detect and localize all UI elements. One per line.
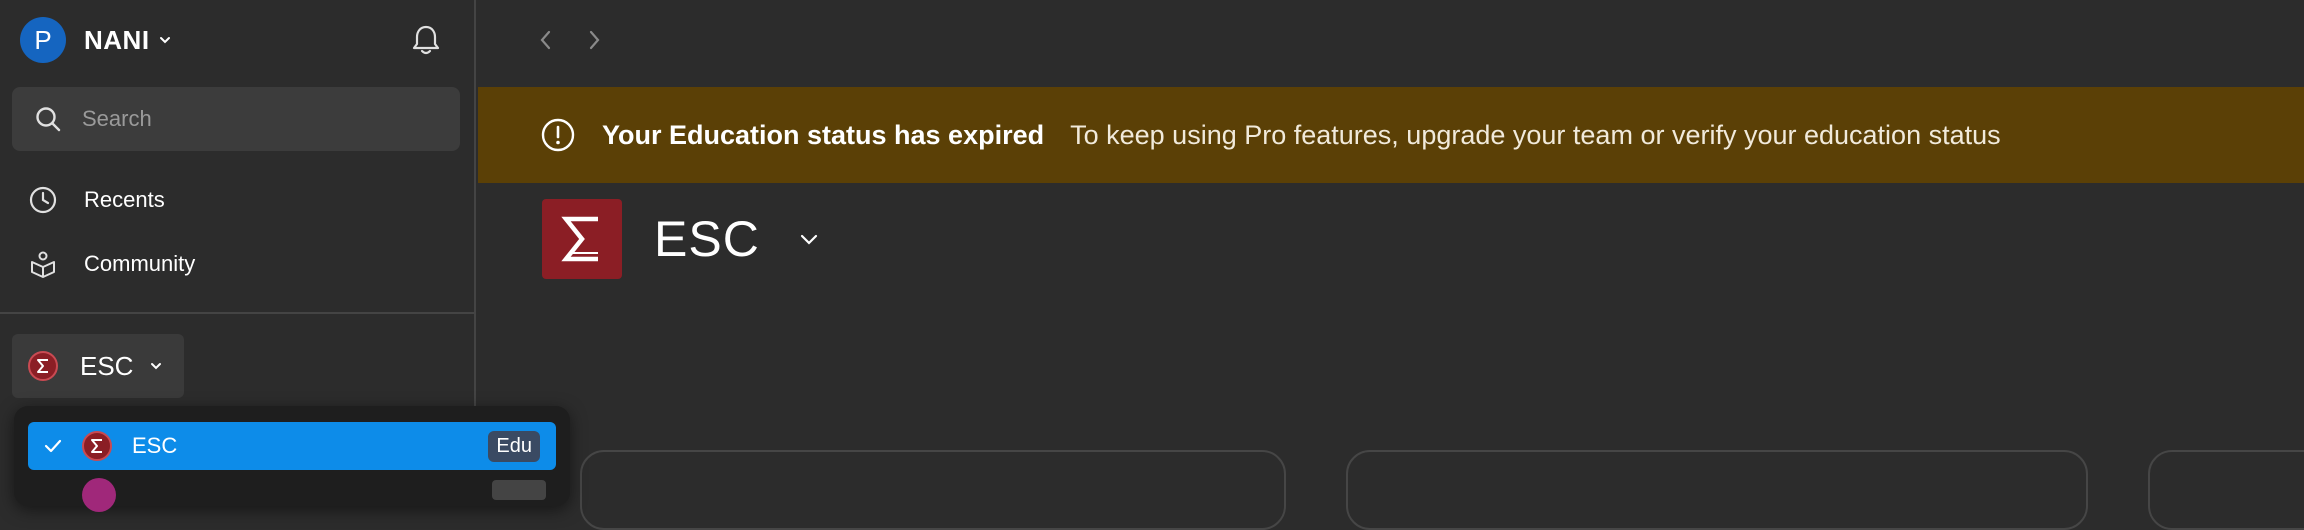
sidebar-item-label: Community <box>84 251 196 276</box>
sigma-icon <box>37 359 48 373</box>
sidebar-item-recents[interactable]: Recents <box>28 180 165 220</box>
search-input[interactable] <box>80 105 434 133</box>
page-title: ESC <box>654 211 760 267</box>
team-logo <box>542 199 622 279</box>
project-card[interactable] <box>1346 450 2088 530</box>
plan-badge <box>492 480 546 500</box>
banner-title: Your Education status has expired <box>602 119 1045 150</box>
back-arrow-icon[interactable] <box>534 26 558 54</box>
sidebar-item-label: Recents <box>84 187 165 212</box>
check-icon <box>44 439 62 453</box>
bell-icon[interactable] <box>410 23 442 57</box>
team-logo[interactable] <box>82 478 116 512</box>
search-icon <box>36 107 61 132</box>
banner-message: To keep using Pro features, upgrade your… <box>1070 119 2001 150</box>
search-field[interactable] <box>12 87 460 151</box>
chevron-down-icon[interactable] <box>798 228 820 250</box>
chevron-down-icon[interactable] <box>158 33 172 47</box>
top-bar <box>478 0 2304 86</box>
project-card[interactable] <box>580 450 1286 530</box>
team-logo <box>28 351 58 381</box>
dropdown-item-label: ESC <box>132 433 178 458</box>
warning-icon <box>541 118 575 152</box>
project-card[interactable] <box>2148 450 2304 530</box>
education-status-banner: Your Education status has expired To kee… <box>478 87 2304 183</box>
forward-arrow-icon[interactable] <box>582 26 606 54</box>
clock-icon <box>29 186 57 214</box>
team-switcher-button[interactable]: ESC <box>12 334 184 398</box>
sigma-icon <box>91 439 102 453</box>
dropdown-item-esc[interactable]: ESC Edu <box>28 422 556 470</box>
divider <box>0 312 476 314</box>
team-dropdown: ESC Edu <box>14 406 570 512</box>
avatar[interactable]: P <box>20 17 66 63</box>
sidebar-item-community[interactable]: Community <box>28 244 195 284</box>
user-menu[interactable]: P NANI <box>20 17 172 63</box>
user-name[interactable]: NANI <box>84 25 150 56</box>
team-name: ESC <box>80 350 134 381</box>
sigma-icon <box>561 216 598 262</box>
plan-badge: Edu <box>488 430 540 462</box>
chevron-down-icon <box>151 363 162 370</box>
team-logo <box>82 431 112 461</box>
team-header[interactable]: ESC <box>542 199 820 279</box>
community-icon <box>31 251 55 278</box>
